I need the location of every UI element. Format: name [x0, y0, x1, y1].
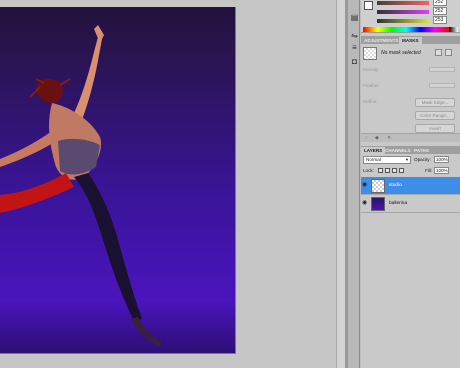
brush-presets-icon[interactable]: ⇋ [350, 32, 359, 40]
delete-mask-icon[interactable]: ✕ [387, 135, 393, 141]
color-range-button[interactable]: Color Range... [415, 111, 455, 120]
eye-icon[interactable]: ◉ [362, 200, 368, 206]
red-slider-bar[interactable] [377, 1, 429, 5]
document-canvas[interactable] [0, 7, 236, 354]
lock-all-icon[interactable] [399, 168, 404, 173]
color-spectrum[interactable] [363, 27, 449, 32]
vertical-scrollbar[interactable] [336, 0, 345, 368]
tab-channels[interactable]: CHANNELS [382, 147, 414, 154]
invert-button[interactable]: Invert [415, 124, 455, 133]
foreground-swatch[interactable] [364, 1, 373, 10]
color-panel: 252 252 253 [361, 0, 460, 33]
yellow-slider[interactable]: 253 [377, 16, 447, 24]
panel-dock: 252 252 253 ADJUSTMENTS MASKS No mask se… [361, 0, 460, 368]
load-selection-icon[interactable]: ◌ [365, 135, 371, 141]
eye-icon[interactable]: ◉ [362, 182, 368, 188]
red-value[interactable]: 252 [433, 0, 447, 6]
lock-position-icon[interactable] [392, 168, 397, 173]
layer-row-studio[interactable]: ◉ studio [361, 177, 460, 195]
feather-field[interactable] [429, 83, 455, 88]
grayscale-ramp[interactable] [449, 27, 458, 32]
chevron-down-icon: ▼ [405, 157, 409, 162]
adjustments-tabs: ADJUSTMENTS MASKS [361, 36, 460, 44]
adjustments-masks-panel: ADJUSTMENTS MASKS No mask selected Densi… [361, 36, 460, 142]
tab-paths[interactable]: PATHS [411, 147, 432, 154]
vector-mask-icon[interactable] [445, 49, 452, 56]
apply-mask-icon[interactable]: ◆ [375, 135, 381, 141]
lock-label: Lock: [363, 168, 374, 173]
layers-panel: LAYERS CHANNELS PATHS Normal ▼ Opacity: … [361, 146, 460, 368]
yellow-slider-bar[interactable] [377, 19, 429, 23]
ballerina-photo [0, 25, 162, 347]
opacity-field[interactable]: 100% [434, 156, 449, 163]
document-workspace [0, 0, 345, 368]
density-label: Density: [363, 67, 380, 72]
opacity-label: Opacity: [414, 157, 431, 162]
lock-transparent-icon[interactable] [378, 168, 383, 173]
tab-masks[interactable]: MASKS [399, 37, 422, 44]
magenta-slider[interactable]: 252 [377, 7, 447, 15]
magenta-slider-bar[interactable] [377, 10, 429, 14]
fill-label: Fill: [425, 168, 433, 173]
actions-icon[interactable]: ≡ [350, 44, 359, 52]
layers-tabs: LAYERS CHANNELS PATHS [361, 146, 460, 154]
mask-thumbnail [363, 47, 377, 60]
layer-name: ballerina [389, 201, 408, 206]
green-value[interactable]: 252 [433, 7, 447, 15]
history-icon[interactable]: ▤ [350, 14, 359, 22]
mask-status-text: No mask selected [381, 50, 421, 56]
feather-label: Feather: [363, 83, 381, 88]
red-slider[interactable]: 252 [377, 0, 447, 6]
mask-edge-button[interactable]: Mask Edge... [415, 98, 455, 107]
adjustments-footer: ◌ ◆ ✕ [361, 133, 460, 142]
layer-thumbnail [371, 197, 385, 211]
density-field[interactable] [429, 67, 455, 72]
collapsed-panel-icons: ▤ ⇋ ≡ ◘ [348, 0, 360, 368]
fill-field[interactable]: 100% [434, 167, 449, 174]
layer-row-ballerina[interactable]: ◉ ballerina [361, 195, 460, 213]
layer-thumbnail [371, 179, 385, 193]
blend-mode-select[interactable]: Normal ▼ [363, 156, 411, 164]
refine-label: Refine: [363, 99, 378, 104]
blue-value[interactable]: 253 [433, 16, 447, 24]
clone-source-icon[interactable]: ◘ [350, 58, 359, 66]
tab-adjustments[interactable]: ADJUSTMENTS [361, 37, 401, 44]
pixel-mask-icon[interactable] [435, 49, 442, 56]
blend-mode-value: Normal [366, 157, 381, 162]
layer-name: studio [389, 183, 402, 188]
layer-options: Normal ▼ Opacity: 100% Lock: Fill: 100% [361, 155, 460, 177]
lock-image-icon[interactable] [385, 168, 390, 173]
